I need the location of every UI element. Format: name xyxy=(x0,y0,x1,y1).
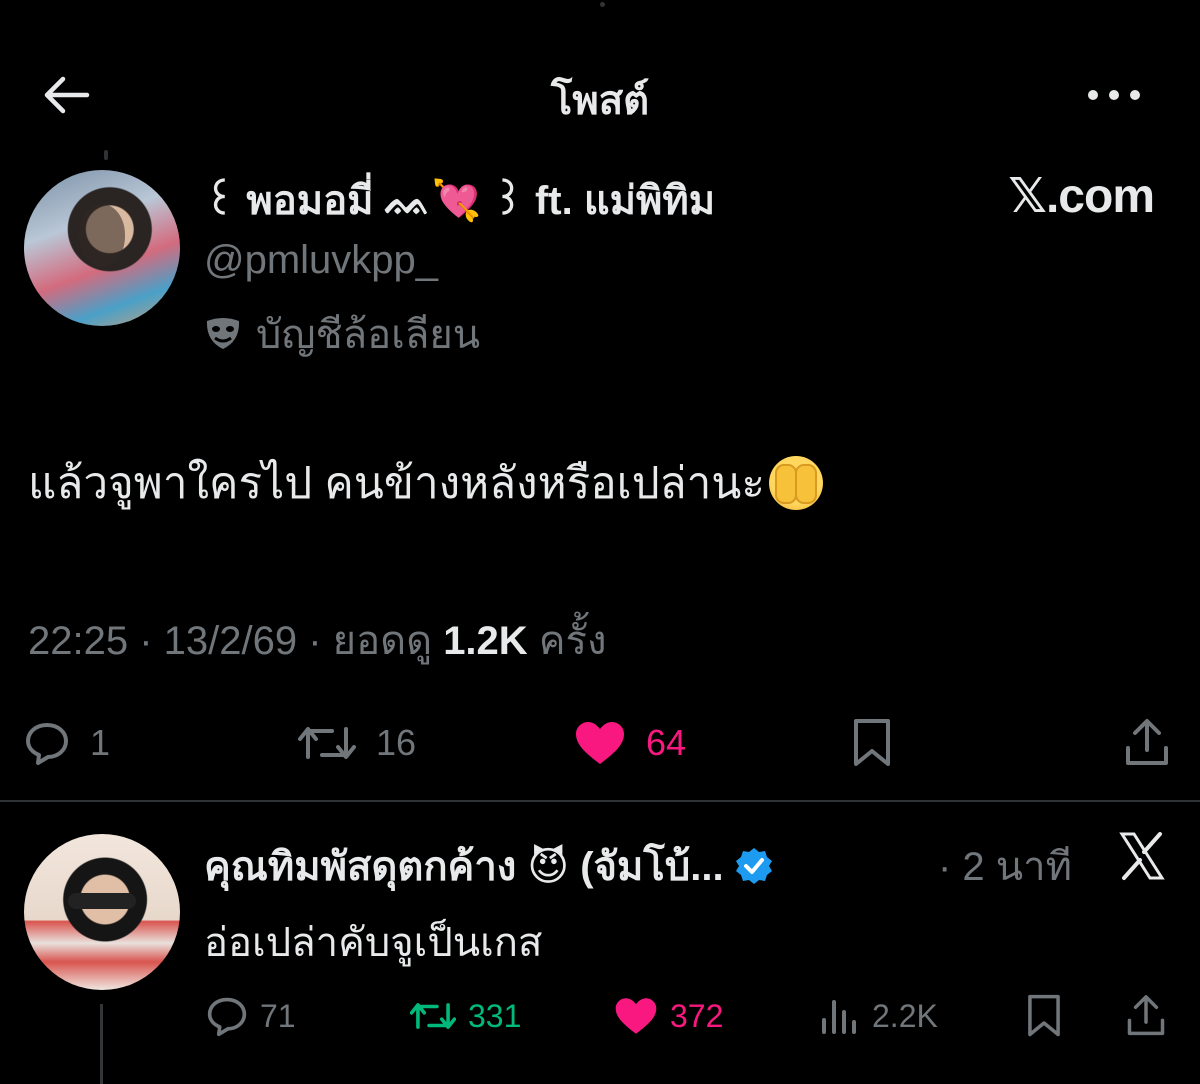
reply-repost-count: 331 xyxy=(468,997,522,1034)
heart-icon xyxy=(615,998,657,1034)
post-body: แล้วจูพาใครไป คนข้างหลังหรือเปล่านะ xyxy=(28,459,765,508)
repost-icon xyxy=(298,727,356,759)
reply-reply-button[interactable]: 71 xyxy=(206,986,296,1046)
source-badge: 𝕏.com xyxy=(1008,170,1155,223)
share-button[interactable] xyxy=(1124,708,1170,778)
view-count[interactable]: 1.2K xyxy=(443,619,528,663)
face-with-peeking-eye-icon xyxy=(769,456,823,510)
reply-actions: 71 331 372 2.2K xyxy=(0,986,1200,1046)
x-logo-icon xyxy=(1118,830,1170,886)
reply-like-button[interactable]: 372 xyxy=(614,986,723,1046)
bookmark-icon xyxy=(854,719,890,766)
post-meta: 22:25 · 13/2/69 · ยอดดู 1.2K ครั้ง xyxy=(28,608,607,672)
like-count: 64 xyxy=(646,722,687,763)
like-button[interactable]: 64 xyxy=(574,708,686,778)
reply-bookmark-button[interactable] xyxy=(1026,986,1062,1046)
author-avatar[interactable] xyxy=(24,170,180,326)
reply-text: อ่อเปล่าคับจูเป็นเกส xyxy=(204,921,543,965)
author-handle[interactable]: @pmluvkpp_ xyxy=(204,238,438,283)
reply-view-count: 2.2K xyxy=(872,997,938,1034)
post-text: แล้วจูพาใครไป คนข้างหลังหรือเปล่านะ xyxy=(28,448,823,518)
analytics-icon xyxy=(822,1000,856,1034)
verified-badge-icon xyxy=(735,848,772,884)
reply-button[interactable]: 1 xyxy=(24,708,110,778)
post-timestamp: 22:25 · 13/2/69 · ยอดดู xyxy=(28,619,444,663)
post-screen: โพสต์ ꒰ พอมอมี่ ᨐ💘 ꒱ ft. แม่พิทิม @pmluv… xyxy=(0,0,1200,1084)
reply-views-button[interactable]: 2.2K xyxy=(820,986,938,1046)
bookmark-icon xyxy=(1028,994,1060,1037)
thread-connector xyxy=(104,150,108,160)
top-indicator xyxy=(600,2,605,7)
parody-account-label: บัญชีล้อเลียน xyxy=(204,302,480,366)
bookmark-button[interactable] xyxy=(852,708,892,778)
reply-timestamp: · 2 นาที xyxy=(938,845,1072,889)
repost-count: 16 xyxy=(376,722,417,763)
top-bar: โพสต์ xyxy=(0,50,1200,140)
page-title: โพสต์ xyxy=(550,79,650,123)
reply-count: 1 xyxy=(90,722,111,763)
heart-icon xyxy=(576,722,624,764)
repost-icon xyxy=(410,1003,456,1029)
reply-like-count: 372 xyxy=(670,997,724,1034)
reply-icon xyxy=(207,997,247,1037)
share-icon xyxy=(1126,719,1168,765)
divider xyxy=(0,800,1200,802)
reply-icon xyxy=(26,723,68,765)
more-options-button[interactable] xyxy=(1084,70,1144,120)
more-icon xyxy=(1088,90,1140,100)
repost-button[interactable]: 16 xyxy=(298,708,416,778)
post-actions: 1 16 64 xyxy=(0,708,1200,778)
reply-author-name[interactable]: คุณทิมพัสดุตกค้าง 😈 (จัมโบ้... xyxy=(204,834,774,898)
reply-share-button[interactable] xyxy=(1126,986,1166,1046)
author-display-name[interactable]: ꒰ พอมอมี่ ᨐ💘 ꒱ ft. แม่พิทิม xyxy=(204,168,715,232)
reply-author-avatar[interactable] xyxy=(24,834,180,990)
reply-reply-count: 71 xyxy=(260,997,296,1034)
reply-display-name: คุณทิมพัสดุตกค้าง 😈 (จัมโบ้... xyxy=(204,845,724,889)
masks-icon xyxy=(206,318,240,349)
share-icon xyxy=(1127,995,1165,1036)
view-suffix: ครั้ง xyxy=(527,619,607,663)
reply-repost-button[interactable]: 331 xyxy=(410,986,521,1046)
parody-label-text: บัญชีล้อเลียน xyxy=(256,313,481,357)
